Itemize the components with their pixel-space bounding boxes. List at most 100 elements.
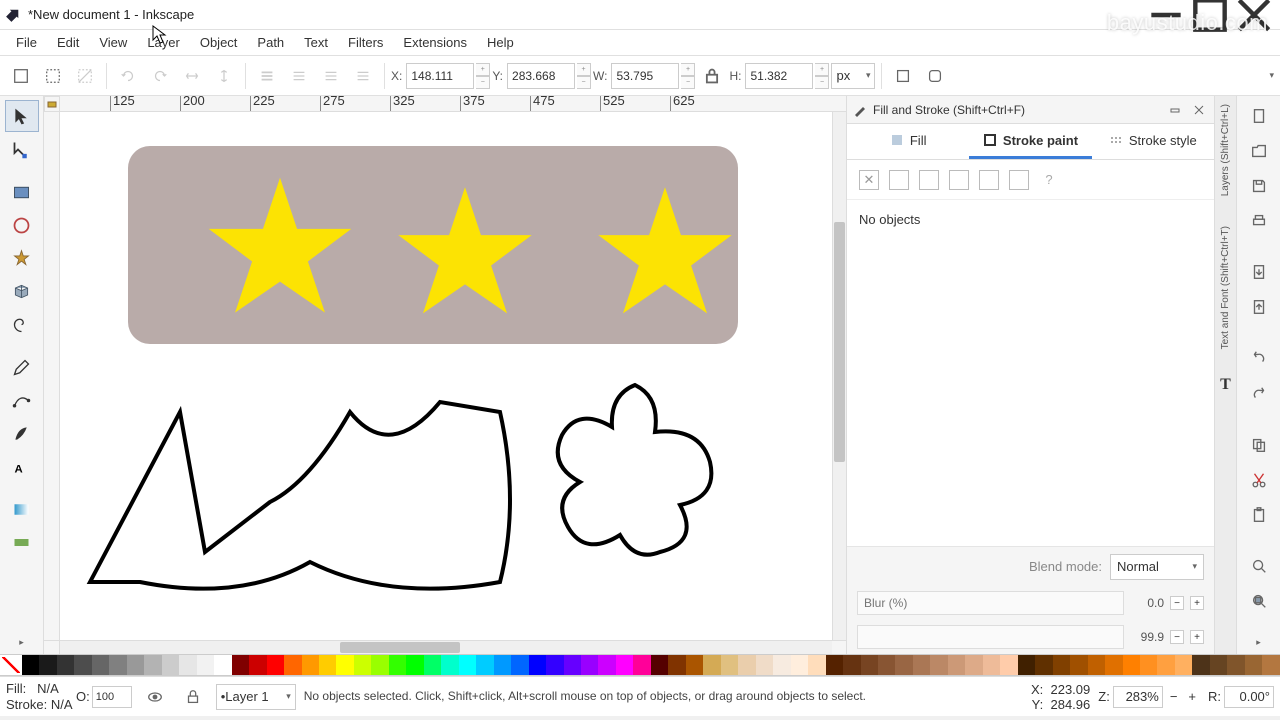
coord-w-input[interactable] [611, 63, 679, 89]
menu-filters[interactable]: Filters [338, 32, 393, 53]
palette-swatch[interactable] [616, 655, 633, 675]
menu-file[interactable]: File [6, 32, 47, 53]
print-button[interactable] [1244, 208, 1274, 235]
palette-none[interactable] [0, 655, 22, 675]
text-tool[interactable]: A [5, 450, 39, 482]
palette-swatch[interactable] [598, 655, 615, 675]
menu-text[interactable]: Text [294, 32, 338, 53]
palette-swatch[interactable] [1227, 655, 1244, 675]
paste-button[interactable] [1244, 502, 1274, 529]
palette-swatch[interactable] [302, 655, 319, 675]
palette-swatch[interactable] [1210, 655, 1227, 675]
menu-object[interactable]: Object [190, 32, 248, 53]
palette-swatch[interactable] [913, 655, 930, 675]
palette-swatch[interactable] [546, 655, 563, 675]
deselect-button[interactable] [70, 61, 100, 91]
star-tool[interactable] [5, 242, 39, 274]
undo-button[interactable] [1244, 345, 1274, 372]
dropper-tool[interactable] [5, 526, 39, 558]
paint-none[interactable]: ✕ [859, 170, 879, 190]
palette-swatch[interactable] [214, 655, 231, 675]
panel-minimize-button[interactable] [1166, 101, 1184, 119]
rotation-input[interactable] [1224, 686, 1274, 708]
h-dec[interactable]: − [815, 76, 829, 89]
rectangle-tool[interactable] [5, 176, 39, 208]
palette-swatch[interactable] [1140, 655, 1157, 675]
import-button[interactable] [1244, 259, 1274, 286]
calligraphy-tool[interactable] [5, 417, 39, 449]
palette-swatch[interactable] [267, 655, 284, 675]
paint-swatch[interactable] [1009, 170, 1029, 190]
toolbox-overflow[interactable]: ▸ [13, 631, 30, 654]
palette-swatch[interactable] [109, 655, 126, 675]
tab-stroke-paint[interactable]: Stroke paint [969, 124, 1091, 159]
palette-swatch[interactable] [651, 655, 668, 675]
rotate-cw-button[interactable] [145, 61, 175, 91]
menu-view[interactable]: View [89, 32, 137, 53]
palette-swatch[interactable] [406, 655, 423, 675]
tab-fill[interactable]: Fill [847, 124, 969, 159]
blur-dec[interactable]: − [1170, 596, 1184, 610]
palette-swatch[interactable] [965, 655, 982, 675]
toolbar-overflow[interactable]: ▾ [1269, 70, 1274, 81]
rdock-overflow[interactable]: ▸ [1250, 631, 1267, 654]
palette-swatch[interactable] [1088, 655, 1105, 675]
palette-swatch[interactable] [127, 655, 144, 675]
palette-swatch[interactable] [703, 655, 720, 675]
spiral-tool[interactable] [5, 308, 39, 340]
palette-swatch[interactable] [773, 655, 790, 675]
palette-swatch[interactable] [1245, 655, 1262, 675]
rotate-ccw-button[interactable] [113, 61, 143, 91]
unit-select[interactable]: px▾ [831, 63, 875, 89]
palette-swatch[interactable] [861, 655, 878, 675]
palette-swatch[interactable] [1070, 655, 1087, 675]
vertical-scrollbar[interactable] [832, 112, 846, 640]
raise-top-button[interactable] [252, 61, 282, 91]
paint-pattern[interactable] [979, 170, 999, 190]
box3d-tool[interactable] [5, 275, 39, 307]
freehand-shape-1[interactable] [80, 382, 540, 602]
palette-swatch[interactable] [57, 655, 74, 675]
pencil-tool[interactable] [5, 351, 39, 383]
ellipse-tool[interactable] [5, 209, 39, 241]
ruler-vertical[interactable] [44, 112, 60, 640]
paint-flat[interactable] [889, 170, 909, 190]
selector-tool[interactable] [5, 100, 39, 132]
blur-inc[interactable]: + [1190, 596, 1204, 610]
palette-swatch[interactable] [808, 655, 825, 675]
palette-swatch[interactable] [336, 655, 353, 675]
palette-swatch[interactable] [581, 655, 598, 675]
export-button[interactable] [1244, 294, 1274, 321]
palette-swatch[interactable] [249, 655, 266, 675]
palette-swatch[interactable] [633, 655, 650, 675]
lower-button[interactable] [316, 61, 346, 91]
x-dec[interactable]: − [476, 76, 490, 89]
bezier-tool[interactable] [5, 384, 39, 416]
open-button[interactable] [1244, 137, 1274, 164]
palette-swatch[interactable] [948, 655, 965, 675]
palette-swatch[interactable] [843, 655, 860, 675]
dock-layers[interactable]: Layers (Shift+Ctrl+L) [1220, 100, 1231, 200]
ruler-horizontal[interactable]: 125 200 225 275 325 375 475 525 625 [60, 96, 832, 112]
palette-swatch[interactable] [74, 655, 91, 675]
palette-swatch[interactable] [1157, 655, 1174, 675]
palette-swatch[interactable] [284, 655, 301, 675]
select-all-button[interactable] [6, 61, 36, 91]
panel-close-button[interactable] [1190, 101, 1208, 119]
star-shape-3[interactable] [590, 180, 740, 325]
zoom-sel-button[interactable] [1244, 553, 1274, 580]
select-layer-button[interactable] [38, 61, 68, 91]
y-dec[interactable]: − [577, 76, 591, 89]
opacity-input[interactable] [857, 625, 1124, 649]
coord-y-input[interactable] [507, 63, 575, 89]
palette-swatch[interactable] [22, 655, 39, 675]
x-inc[interactable]: + [476, 63, 490, 76]
zoom-draw-button[interactable] [1244, 588, 1274, 615]
palette-swatch[interactable] [721, 655, 738, 675]
menu-edit[interactable]: Edit [47, 32, 89, 53]
freehand-shape-2[interactable] [540, 377, 730, 577]
scale-stroke-button[interactable] [888, 61, 918, 91]
palette-swatch[interactable] [441, 655, 458, 675]
raise-button[interactable] [284, 61, 314, 91]
lock-layer-button[interactable] [178, 682, 208, 712]
